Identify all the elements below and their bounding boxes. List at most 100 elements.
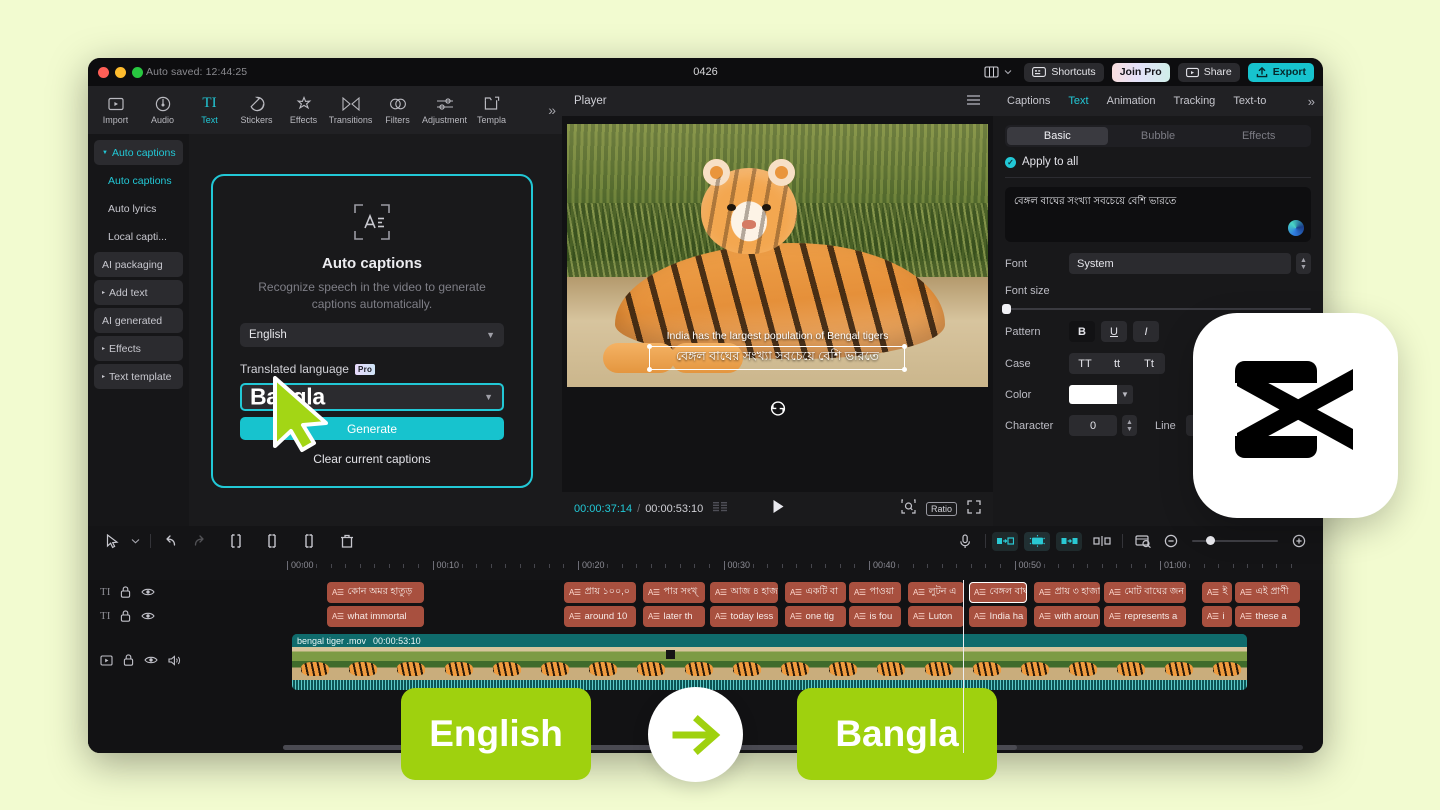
timeline-zoom-slider[interactable]	[1192, 536, 1278, 545]
toolbar-item-templates[interactable]: Templa	[468, 95, 515, 125]
caption-clip-bangla[interactable]: A☰ মোট বাঘের জন	[1104, 582, 1186, 603]
minimize-window-button[interactable]	[115, 66, 126, 78]
caption-clip-bangla[interactable]: A☰ কোন অমর হাতুড়	[327, 582, 424, 603]
case-uppercase-button[interactable]: TT	[1069, 353, 1101, 374]
sidebar-item-add-text[interactable]: ▸ Add text	[94, 280, 183, 305]
zoom-out-button[interactable]	[1157, 530, 1185, 552]
video-clip[interactable]: bengal tiger .mov 00:00:53:10	[292, 634, 1247, 690]
color-swatch[interactable]	[1069, 385, 1117, 404]
shortcuts-button[interactable]: Shortcuts	[1024, 62, 1104, 82]
redo-button[interactable]	[185, 530, 213, 552]
eye-icon[interactable]	[141, 587, 156, 597]
resize-handle[interactable]	[902, 367, 907, 372]
toolbar-item-transitions[interactable]: Transitions	[327, 95, 374, 125]
crop-icon[interactable]	[901, 499, 916, 519]
mirror-button[interactable]	[992, 531, 1018, 551]
split-button[interactable]	[223, 530, 251, 552]
caption-clip-bangla[interactable]: A☰ ই	[1202, 582, 1232, 603]
caption-clip-bangla[interactable]: A☰ এই প্রাণী	[1235, 582, 1300, 603]
character-spacing-stepper[interactable]: ▲ ▼	[1122, 415, 1137, 436]
hamburger-icon[interactable]	[966, 94, 981, 109]
bold-button[interactable]: B	[1069, 321, 1095, 342]
select-mode-dropdown[interactable]	[126, 530, 144, 552]
sidebar-item-text-template[interactable]: ▸ Text template	[94, 364, 183, 389]
toolbar-item-stickers[interactable]: Stickers	[233, 95, 280, 125]
toolbar-item-adjustment[interactable]: Adjustment	[421, 95, 468, 125]
play-icon[interactable]	[771, 499, 784, 519]
sidebar-item-effects[interactable]: ▸ Effects	[94, 336, 183, 361]
reset-rotation-icon[interactable]	[769, 400, 786, 422]
underline-button[interactable]: U	[1101, 321, 1127, 342]
clear-captions-button[interactable]: Clear current captions	[240, 452, 504, 466]
trim-end-button[interactable]	[295, 530, 323, 552]
italic-button[interactable]: I	[1133, 321, 1159, 342]
record-voiceover-button[interactable]	[951, 530, 979, 552]
window-controls[interactable]	[98, 66, 143, 78]
select-tool-button[interactable]	[98, 530, 126, 552]
caption-clip-bangla[interactable]: A☰ একটি বা	[785, 582, 846, 603]
font-select[interactable]: System	[1069, 253, 1291, 274]
toolbar-item-text[interactable]: TI Text	[186, 95, 233, 125]
eye-icon[interactable]	[141, 611, 156, 621]
resize-handle[interactable]	[647, 367, 652, 372]
export-button[interactable]: Export	[1247, 62, 1314, 82]
playhead[interactable]	[963, 580, 964, 753]
resize-handle[interactable]	[647, 344, 652, 349]
caption-clip-bangla[interactable]: A☰ পার সংখ্	[643, 582, 705, 603]
chevron-down-icon[interactable]: ▼	[1117, 385, 1133, 404]
caption-clip-english[interactable]: A☰ Luton	[908, 606, 964, 627]
case-lowercase-button[interactable]: tt	[1101, 353, 1133, 374]
caption-clip-english[interactable]: A☰ represents a	[1104, 606, 1186, 627]
font-stepper[interactable]: ▲ ▼	[1296, 253, 1311, 274]
caption-clip-bangla[interactable]: A☰প্রায় ৩ হাজার	[1034, 582, 1100, 603]
toolbar-item-import[interactable]: Import	[92, 95, 139, 125]
caption-clip-english[interactable]: A☰ around 10	[564, 606, 636, 627]
toolbar-item-audio[interactable]: Audio	[139, 95, 186, 125]
freeze-button[interactable]	[1056, 531, 1082, 551]
sidebar-item-ai-generated[interactable]: AI generated	[94, 308, 183, 333]
sidebar-item-ai-packaging[interactable]: AI packaging	[94, 252, 183, 277]
zoom-in-button[interactable]	[1285, 530, 1313, 552]
caption-clip-english[interactable]: A☰ with aroun	[1034, 606, 1100, 627]
toolbar-more-button[interactable]: »	[548, 102, 556, 118]
font-size-slider-knob[interactable]	[1002, 304, 1011, 314]
cover-button[interactable]	[1129, 530, 1157, 552]
caption-clip-english[interactable]: A☰ what immortal	[327, 606, 424, 627]
tab-text[interactable]: Text	[1068, 95, 1088, 107]
caption-clip-english[interactable]: A☰ is fou	[849, 606, 901, 627]
caption-clip-english[interactable]: A☰ i	[1202, 606, 1232, 627]
tab-captions[interactable]: Captions	[1007, 95, 1050, 107]
caption-clip-bangla[interactable]: A☰ আজ ৪ হাজ	[710, 582, 778, 603]
sidebar-item-auto-lyrics[interactable]: Auto lyrics	[94, 196, 183, 221]
caption-clip-english[interactable]: A☰ today less	[710, 606, 778, 627]
caption-selection-box[interactable]	[647, 344, 907, 372]
caption-text-input[interactable]: বেঙ্গল বাঘের সংখ্যা সবচেয়ে বেশি ভারতে	[1005, 187, 1311, 242]
tab-tracking[interactable]: Tracking	[1174, 95, 1216, 107]
resize-handle[interactable]	[902, 344, 907, 349]
sidebar-item-local-captions[interactable]: Local capti...	[94, 224, 183, 249]
toolbar-item-effects[interactable]: Effects	[280, 95, 327, 125]
layout-button[interactable]	[980, 63, 1016, 82]
ai-assist-icon[interactable]	[1288, 220, 1304, 236]
caption-clip-english[interactable]: A☰ India ha	[969, 606, 1027, 627]
font-size-slider[interactable]	[1002, 304, 1311, 314]
eye-icon[interactable]	[144, 655, 158, 665]
lock-icon[interactable]	[123, 654, 134, 666]
toolbar-item-filters[interactable]: Filters	[374, 95, 421, 125]
close-window-button[interactable]	[98, 66, 109, 78]
apply-to-all-checkbox[interactable]: ✓ Apply to all	[1005, 156, 1311, 168]
translated-language-select[interactable]: Bangla ▼	[240, 383, 504, 411]
caption-clip-bangla[interactable]: A☰ লুটন এ	[908, 582, 964, 603]
tabs-more-button[interactable]: »	[1308, 94, 1315, 109]
tab-text-to-speech[interactable]: Text-to	[1233, 95, 1266, 107]
source-language-select[interactable]: English ▼	[240, 323, 504, 347]
caption-clip-english[interactable]: A☰ these a	[1235, 606, 1300, 627]
volume-icon[interactable]	[168, 654, 181, 666]
trim-start-button[interactable]	[259, 530, 287, 552]
share-button[interactable]: Share	[1177, 62, 1240, 82]
generate-button[interactable]: Generate	[240, 417, 504, 440]
caption-clip-bangla[interactable]: A☰ বেঙ্গল বাঘ	[969, 582, 1027, 603]
segment-effects[interactable]: Effects	[1208, 127, 1309, 145]
video-preview[interactable]: India has the largest population of Beng…	[567, 124, 988, 387]
sidebar-item-auto-captions[interactable]: Auto captions	[94, 168, 183, 193]
